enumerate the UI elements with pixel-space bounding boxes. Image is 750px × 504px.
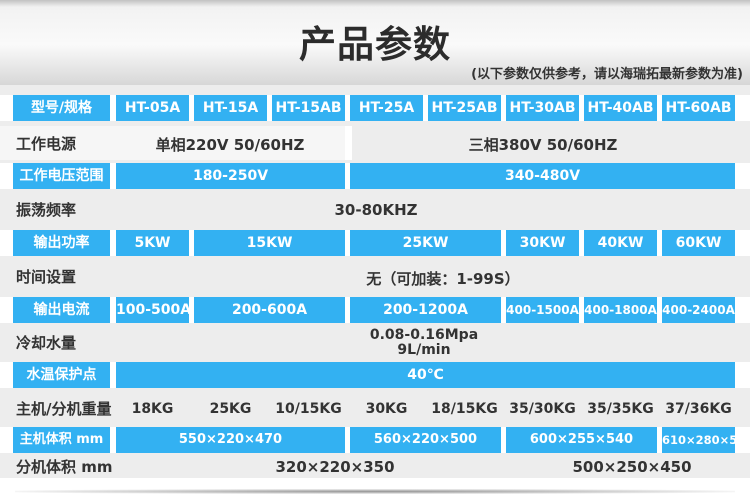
section-divider	[345, 126, 352, 160]
model-cell: HT-25A	[350, 95, 423, 121]
voltage-single-cell: 180-250V	[116, 163, 345, 189]
sub-volume-right: 500×250×450	[572, 458, 691, 476]
cooling-water-flow: 9L/min	[397, 342, 450, 358]
row-frequency: 振荡频率 30-80KHZ	[0, 192, 750, 227]
row-label-cooling-water: 冷却水量	[16, 323, 76, 362]
output-current-cell: 200-600A	[194, 297, 345, 323]
row-label-power-supply: 工作电源	[16, 126, 76, 160]
weight-cell: 37/36KG	[662, 390, 735, 427]
row-time-setting: 时间设置 无（可加装：1-99S）	[0, 259, 750, 294]
row-label-weight: 主机/分机重量	[16, 390, 111, 427]
frequency-value: 30-80KHZ	[334, 201, 417, 219]
row-label-voltage-range: 工作电压范围	[13, 163, 110, 189]
page-title: 产品参数	[0, 14, 750, 68]
output-power-cell: 5KW	[116, 230, 189, 256]
row-label-output-power: 输出功率	[13, 230, 110, 256]
weight-cell: 18/15KG	[428, 390, 501, 427]
row-output-power: 输出功率 5KW 15KW 25KW 30KW 40KW 60KW	[0, 230, 750, 256]
row-label-output-current: 输出电流	[13, 297, 110, 323]
output-current-cell: 400-1800A	[584, 297, 657, 323]
row-label-frequency: 振荡频率	[16, 192, 76, 227]
output-power-cell: 30KW	[506, 230, 579, 256]
model-cell: HT-05A	[116, 95, 189, 121]
power-supply-three: 三相380V 50/60HZ	[469, 134, 618, 155]
host-volume-cell: 610×280×540	[662, 427, 735, 453]
power-supply-single: 单相220V 50/60HZ	[156, 134, 305, 155]
weight-cell: 18KG	[116, 390, 189, 427]
output-current-cell: 400-1500A	[506, 297, 579, 323]
model-cell: HT-60AB	[662, 95, 735, 121]
host-volume-cell: 560×220×500	[350, 427, 501, 453]
weight-cell: 35/30KG	[506, 390, 579, 427]
row-output-current: 输出电流 100-500A 200-600A 200-1200A 400-150…	[0, 297, 750, 323]
weight-cell: 10/15KG	[272, 390, 345, 427]
weight-cell: 25KG	[194, 390, 267, 427]
model-cell: HT-40AB	[584, 95, 657, 121]
model-cell: HT-25AB	[428, 95, 501, 121]
weight-cell: 30KG	[350, 390, 423, 427]
voltage-three-cell: 340-480V	[350, 163, 735, 189]
host-volume-cell: 550×220×470	[116, 427, 345, 453]
water-temp-cell: 40℃	[116, 362, 735, 388]
product-parameters-sheet: 产品参数 (以下参数仅供参考，请以海瑞拓最新参数为准) 型号/规格 HT-05A…	[0, 0, 750, 504]
output-current-cell: 100-500A	[116, 297, 189, 323]
row-label-model: 型号/规格	[13, 95, 110, 121]
row-label-sub-volume: 分机体积 mm	[16, 455, 112, 478]
spec-table: 型号/规格 HT-05A HT-15A HT-15AB HT-25A HT-25…	[0, 85, 750, 478]
row-model: 型号/规格 HT-05A HT-15A HT-15AB HT-25A HT-25…	[0, 95, 750, 121]
row-cooling-water: 冷却水量 0.08-0.16Mpa 9L/min	[0, 323, 750, 362]
time-setting-value: 无（可加装：1-99S）	[366, 268, 519, 289]
output-current-cell: 400-2400A	[662, 297, 735, 323]
output-power-cell: 25KW	[350, 230, 501, 256]
bottom-shadow-divider	[15, 489, 735, 494]
header-banner: 产品参数 (以下参数仅供参考，请以海瑞拓最新参数为准)	[0, 0, 750, 85]
output-current-cell: 200-1200A	[350, 297, 501, 323]
sub-volume-left: 320×220×350	[275, 458, 394, 476]
weight-cell: 35/35KG	[584, 390, 657, 427]
row-water-temp: 水温保护点 40℃	[0, 362, 750, 388]
cooling-water-pressure: 0.08-0.16Mpa	[370, 327, 478, 343]
output-power-cell: 15KW	[194, 230, 345, 256]
host-volume-cell: 600×255×540	[506, 427, 657, 453]
disclaimer-note: (以下参数仅供参考，请以海瑞拓最新参数为准)	[471, 63, 743, 82]
model-cell: HT-15A	[194, 95, 267, 121]
output-power-cell: 60KW	[662, 230, 735, 256]
row-host-volume: 主机体积 mm 550×220×470 560×220×500 600×255×…	[0, 427, 750, 453]
row-label-water-temp: 水温保护点	[13, 362, 110, 388]
row-label-time-setting: 时间设置	[16, 259, 76, 294]
row-weight: 主机/分机重量 18KG 25KG 10/15KG 30KG 18/15KG 3…	[0, 390, 750, 427]
model-cell: HT-30AB	[506, 95, 579, 121]
row-power-supply: 工作电源 单相220V 50/60HZ 三相380V 50/60HZ	[0, 126, 750, 160]
output-power-cell: 40KW	[584, 230, 657, 256]
model-cell: HT-15AB	[272, 95, 345, 121]
row-sub-volume: 分机体积 mm 320×220×350 500×250×450	[0, 455, 750, 478]
row-voltage-range: 工作电压范围 180-250V 340-480V	[0, 163, 750, 189]
row-label-host-volume: 主机体积 mm	[13, 427, 110, 453]
